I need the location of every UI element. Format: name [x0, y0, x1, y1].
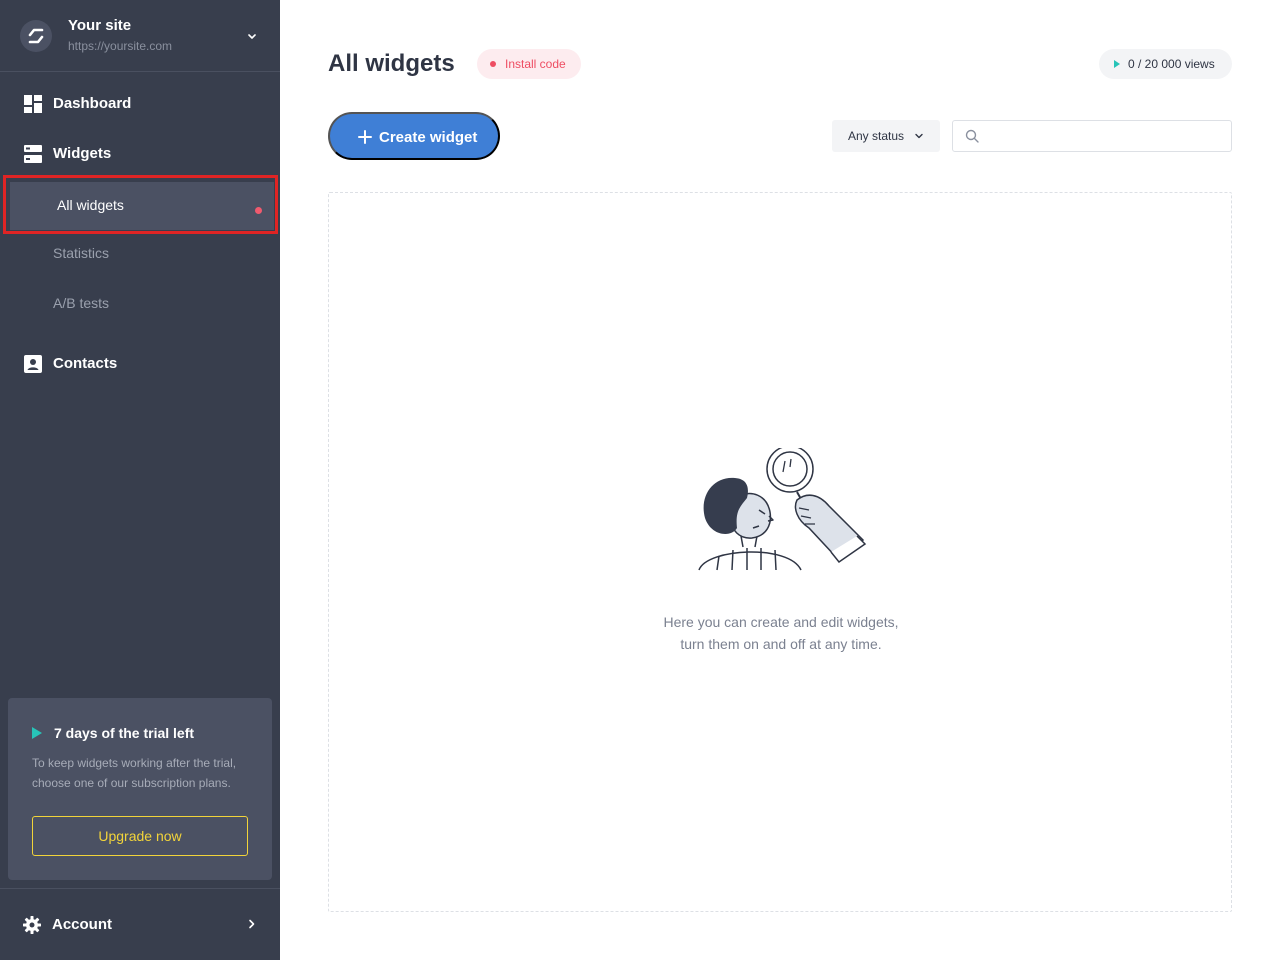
widgets-icon	[24, 145, 42, 163]
sidebar-item-highlight: All widgets	[10, 182, 274, 230]
status-filter-select[interactable]: Any status	[832, 120, 940, 152]
create-widget-label: Create widget	[379, 129, 478, 146]
site-logo-icon	[20, 20, 52, 52]
dashboard-icon	[24, 95, 42, 113]
empty-state-line: Here you can create and edit widgets,	[663, 614, 899, 630]
gear-icon	[23, 916, 41, 934]
sidebar-item-ab-tests[interactable]: A/B tests	[0, 279, 280, 329]
contacts-icon	[24, 355, 42, 373]
create-widget-button[interactable]: Create widget	[328, 112, 500, 160]
chevron-down-icon	[915, 133, 923, 139]
sidebar-item-label: All widgets	[57, 197, 124, 213]
install-code-label: Install code	[505, 57, 566, 71]
sidebar-item-label: A/B tests	[53, 295, 110, 311]
page-title: All widgets	[328, 50, 455, 77]
upgrade-button[interactable]: Upgrade now	[32, 816, 248, 856]
play-icon	[1114, 60, 1120, 68]
status-filter-value: Any status	[848, 129, 905, 143]
install-alert-dot	[255, 207, 262, 214]
sidebar-item-label: Widgets	[53, 145, 112, 162]
play-icon	[32, 727, 42, 739]
search-person-illustration	[698, 448, 867, 571]
empty-state-message: Here you can create and edit widgets, tu…	[581, 611, 981, 655]
search-box[interactable]	[952, 120, 1232, 152]
chevron-down-icon[interactable]	[244, 28, 260, 44]
sidebar-item-dashboard[interactable]: Dashboard	[0, 79, 280, 129]
sidebar-item-widgets[interactable]: Widgets	[0, 129, 280, 179]
install-code-badge[interactable]: Install code	[477, 49, 581, 79]
sidebar-item-statistics[interactable]: Statistics	[0, 229, 280, 279]
alert-dot	[490, 61, 496, 67]
sidebar-item-label: Dashboard	[53, 95, 132, 112]
site-url: https://yoursite.com	[68, 39, 173, 53]
chevron-right-icon	[249, 919, 255, 929]
search-icon	[965, 129, 979, 143]
empty-state-line: turn them on and off at any time.	[680, 636, 882, 652]
sidebar-item-account[interactable]: Account	[0, 888, 280, 960]
site-switcher[interactable]: Your site https://yoursite.com	[0, 0, 280, 72]
sidebar: Your site https://yoursite.com Dashboard…	[0, 0, 280, 960]
plus-icon	[358, 130, 372, 144]
views-counter-badge[interactable]: 0 / 20 000 views	[1099, 49, 1232, 79]
trial-description: To keep widgets working after the trial,…	[32, 756, 237, 790]
search-input[interactable]	[987, 125, 1223, 147]
sidebar-item-label: Contacts	[53, 355, 118, 372]
sidebar-item-label: Statistics	[53, 245, 110, 261]
sidebar-item-contacts[interactable]: Contacts	[0, 339, 280, 389]
trial-title: 7 days of the trial left	[54, 725, 195, 741]
sidebar-item-all-widgets[interactable]: All widgets	[3, 175, 278, 234]
views-counter-label: 0 / 20 000 views	[1128, 57, 1215, 71]
account-label: Account	[52, 916, 112, 933]
site-name: Your site	[68, 17, 132, 34]
widgets-empty-state: Here you can create and edit widgets, tu…	[328, 192, 1232, 912]
trial-panel: 7 days of the trial left To keep widgets…	[8, 698, 272, 880]
